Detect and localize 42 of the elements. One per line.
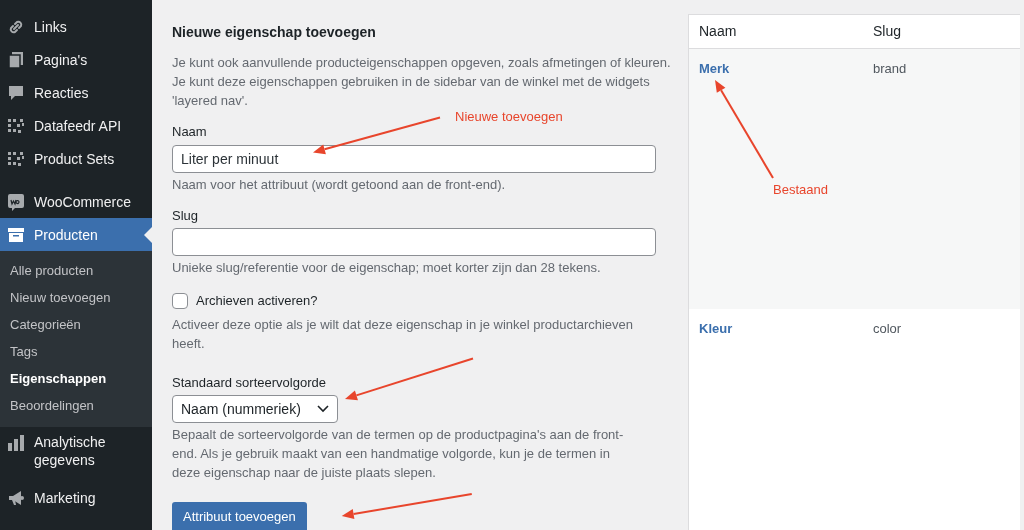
input-field[interactable] [172, 228, 656, 256]
sidebar-item[interactable]: Datafeedr API [0, 109, 152, 142]
sidebar-item[interactable]: Producten [0, 218, 152, 251]
input-field[interactable]: Liter per minuut [172, 144, 656, 173]
submenu-item[interactable]: Eigenschappen [0, 365, 152, 392]
table-cell-text: brand [873, 60, 907, 78]
field-label: Standaard sorteervolgorde [172, 373, 326, 392]
annotation-label: Bestaand [773, 181, 828, 199]
pages-icon [6, 49, 26, 70]
column-header: Slug [873, 22, 902, 41]
field-label: Slug [172, 206, 199, 225]
field-label: Naam [172, 123, 207, 141]
bar-chart-icon [6, 433, 26, 453]
checkbox-label: Archieven activeren? [196, 292, 318, 310]
description-text: Je kunt ook aanvullende producteigenschappen opgeven, zoals afmetingen of kleuren. Je kunt deze eigenschappen gebruiken in de sidebar van de winkel met de widgets 'layered nav'. [172, 54, 672, 110]
submit-button[interactable]: Attribuut toevoegen [172, 502, 307, 530]
submenu-item[interactable]: Nieuw toevoegen [0, 284, 152, 311]
checkbox[interactable] [172, 292, 188, 309]
section-heading: Nieuwe eigenschap toevoegen [172, 23, 377, 42]
submenu-item[interactable]: Tags [0, 338, 152, 365]
shop-bubble-icon [6, 191, 26, 212]
hint-text: Unieke slug/referentie voor de eigenschap; moet korter zijn dan 28 tekens. [172, 259, 602, 277]
chevron-down-icon [317, 405, 329, 413]
table-link[interactable]: Merk [699, 61, 730, 76]
submenu-item[interactable]: Alle producten [0, 257, 152, 284]
table-cell-text: color [873, 320, 902, 338]
sidebar-item[interactable]: Product Sets [0, 142, 152, 175]
hint-text: Naam voor het attribuut (wordt getoond aan de front-end). [172, 175, 507, 194]
sidebar-item[interactable]: Links [0, 10, 152, 43]
sidebar-item[interactable]: Reacties [0, 76, 152, 109]
hint-text: Bepaalt de sorteervolgorde van de termen op de productpagina's aan de front-end. Als je gebruik maakt van een handmatige volgorde, kun je de termen in deze eigenschap naar de juiste plaats slepen. [172, 426, 625, 482]
sidebar-item[interactable]: WooCommerce [0, 185, 152, 218]
hint-text: Activeer deze optie als je wilt dat deze eigenschap in je winkel productarchieven heeft. [172, 315, 635, 353]
dropdown[interactable]: Naam (nummeriek) [172, 395, 338, 423]
submenu-item[interactable]: Categorieën [0, 311, 152, 338]
sidebar-item[interactable]: Marketing [0, 481, 152, 514]
submenu-item[interactable]: Beoordelingen [0, 392, 152, 419]
table-link[interactable]: Kleur [699, 321, 733, 336]
annotation-label: Nieuwe toevoegen [455, 108, 563, 126]
column-header: Naam [698, 22, 738, 41]
sidebar-item[interactable]: Analytische gegevens [0, 427, 152, 475]
sidebar-item[interactable]: Pagina's [0, 43, 152, 76]
